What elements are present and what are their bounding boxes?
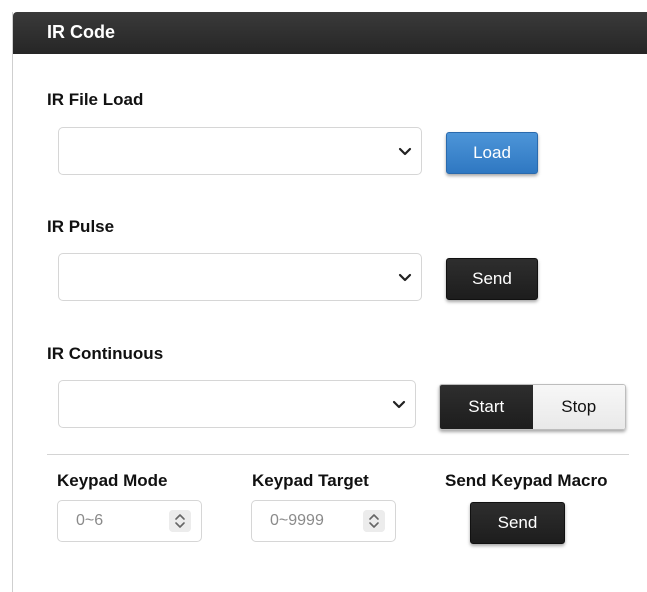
spinner-arrows-icon[interactable] (363, 510, 385, 532)
stop-button[interactable]: Stop (532, 385, 625, 429)
chevron-down-icon (398, 147, 412, 156)
ir-continuous-select[interactable] (58, 380, 416, 428)
spinner-arrows-icon[interactable] (169, 510, 191, 532)
ir-continuous-label: IR Continuous (47, 344, 164, 363)
ir-pulse-label: IR Pulse (47, 217, 115, 236)
keypad-target-placeholder: 0~9999 (270, 512, 324, 529)
divider (47, 454, 629, 455)
ir-file-load-label: IR File Load (47, 90, 144, 109)
keypad-mode-input[interactable]: 0~6 (57, 500, 202, 542)
keypad-macro-send-button[interactable]: Send (470, 502, 565, 544)
keypad-mode-label: Keypad Mode (57, 471, 168, 490)
keypad-mode-placeholder: 0~6 (76, 512, 104, 529)
panel-title: IR Code (47, 22, 116, 42)
chevron-down-icon (398, 273, 412, 282)
keypad-target-label: Keypad Target (252, 471, 369, 490)
send-keypad-macro-label: Send Keypad Macro (445, 471, 608, 490)
panel-header: IR Code (13, 12, 647, 54)
ir-pulse-select[interactable] (58, 253, 422, 301)
load-button[interactable]: Load (446, 132, 538, 174)
ir-pulse-send-button[interactable]: Send (446, 258, 538, 300)
chevron-down-icon (392, 400, 406, 409)
ir-code-panel: IR Code IR File Load Load IR Pulse Send … (12, 12, 647, 592)
ir-continuous-toggle: Start Stop (439, 384, 626, 430)
start-button[interactable]: Start (440, 385, 533, 429)
keypad-target-input[interactable]: 0~9999 (251, 500, 396, 542)
ir-file-select[interactable] (58, 127, 422, 175)
